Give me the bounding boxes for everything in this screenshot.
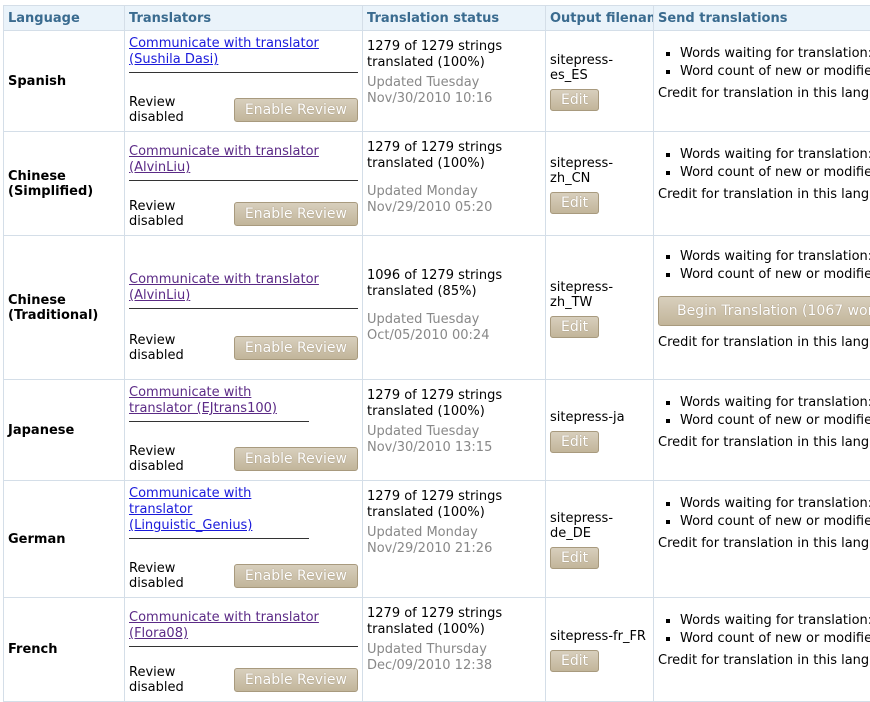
header-row: Language Translators Translation status … [4,6,870,31]
language-cell: Chinese (Traditional) [4,236,125,380]
translation-status: 1279 of 1279 strings translated (100%) [367,39,541,71]
translation-status: 1096 of 1279 strings translated (85%) [367,268,541,300]
translation-status: 1279 of 1279 strings translated (100%) [367,489,541,521]
table-row: French Communicate with translator (Flor… [4,598,870,702]
language-cell: German [4,481,125,598]
communicate-translator-link[interactable]: Communicate with translator (Sushila Das… [129,36,358,73]
review-status: Review disabled [129,95,230,125]
updated-timestamp: Updated Tuesday Nov/30/2010 10:16 [367,75,541,107]
credit-text: Credit for translation in this language [658,334,870,352]
table-row: Chinese (Simplified) Communicate with tr… [4,132,870,236]
words-waiting: Words waiting for translation: 0 [680,248,870,266]
header-language: Language [4,6,125,31]
translations-table: Language Translators Translation status … [3,5,870,702]
communicate-translator-link[interactable]: Communicate with translator (AlvinLiu) [129,272,358,309]
output-filename: sitepress-fr_FR [550,629,649,644]
language-cell: Spanish [4,31,125,132]
enable-review-button[interactable]: Enable Review [234,336,358,360]
table-row: Spanish Communicate with translator (Sus… [4,31,870,132]
communicate-translator-link[interactable]: Communicate with translator (EJtrans100) [129,385,309,422]
output-filename: sitepress-es_ES [550,53,649,83]
enable-review-button[interactable]: Enable Review [234,447,358,471]
word-count-modified: Word count of new or modified strings [680,164,870,182]
table-row: Chinese (Traditional) Communicate with t… [4,236,870,380]
updated-timestamp: Updated Tuesday Nov/30/2010 13:15 [367,424,541,456]
review-status: Review disabled [129,199,230,229]
edit-button[interactable]: Edit [550,650,599,672]
translation-status: 1279 of 1279 strings translated (100%) [367,388,541,420]
credit-text: Credit for translation in this language [658,434,870,452]
output-filename: sitepress-ja [550,410,649,425]
header-status: Translation status [363,6,546,31]
communicate-translator-link[interactable]: Communicate with translator (AlvinLiu) [129,144,358,181]
review-status: Review disabled [129,444,230,474]
word-count-modified: Word count of new or modified strings [680,412,870,430]
words-waiting: Words waiting for translation: 0 [680,146,870,164]
output-filename: sitepress-zh_CN [550,156,649,186]
word-count-modified: Word count of new or modified strings [680,630,870,648]
updated-timestamp: Updated Monday Nov/29/2010 05:20 [367,184,541,216]
review-status: Review disabled [129,665,230,695]
translation-status: 1279 of 1279 strings translated (100%) [367,606,541,638]
translation-status: 1279 of 1279 strings translated (100%) [367,140,541,172]
credit-text: Credit for translation in this language [658,652,870,670]
table-row: Japanese Communicate with translator (EJ… [4,380,870,481]
credit-text: Credit for translation in this language [658,85,870,103]
words-waiting: Words waiting for translation: 0 [680,612,870,630]
words-waiting: Words waiting for translation: 0 [680,495,870,513]
enable-review-button[interactable]: Enable Review [234,668,358,692]
language-cell: Japanese [4,380,125,481]
word-count-modified: Word count of new or modified strings [680,63,870,81]
edit-button[interactable]: Edit [550,431,599,453]
updated-timestamp: Updated Monday Nov/29/2010 21:26 [367,525,541,557]
review-status: Review disabled [129,561,230,591]
output-filename: sitepress-zh_TW [550,280,649,310]
language-cell: Chinese (Simplified) [4,132,125,236]
credit-text: Credit for translation in this language [658,535,870,553]
header-translators: Translators [125,6,363,31]
edit-button[interactable]: Edit [550,192,599,214]
credit-text: Credit for translation in this language [658,186,870,204]
word-count-modified: Word count of new or modified strings [680,513,870,531]
language-cell: French [4,598,125,702]
updated-timestamp: Updated Thursday Dec/09/2010 12:38 [367,642,541,674]
enable-review-button[interactable]: Enable Review [234,202,358,226]
words-waiting: Words waiting for translation: 0 [680,394,870,412]
enable-review-button[interactable]: Enable Review [234,564,358,588]
updated-timestamp: Updated Tuesday Oct/05/2010 00:24 [367,312,541,344]
header-send: Send translations [654,6,870,31]
edit-button[interactable]: Edit [550,89,599,111]
table-row: German Communicate with translator (Ling… [4,481,870,598]
communicate-translator-link[interactable]: Communicate with translator (Flora08) [129,610,358,647]
edit-button[interactable]: Edit [550,547,599,569]
enable-review-button[interactable]: Enable Review [234,98,358,122]
review-status: Review disabled [129,333,230,363]
communicate-translator-link[interactable]: Communicate with translator (Linguistic_… [129,486,309,539]
begin-translation-button[interactable]: Begin Translation (1067 words) [658,296,870,326]
edit-button[interactable]: Edit [550,316,599,338]
header-output: Output filename [546,6,654,31]
word-count-modified: Word count of new or modified strings [680,266,870,284]
words-waiting: Words waiting for translation: 0 [680,45,870,63]
output-filename: sitepress-de_DE [550,511,649,541]
